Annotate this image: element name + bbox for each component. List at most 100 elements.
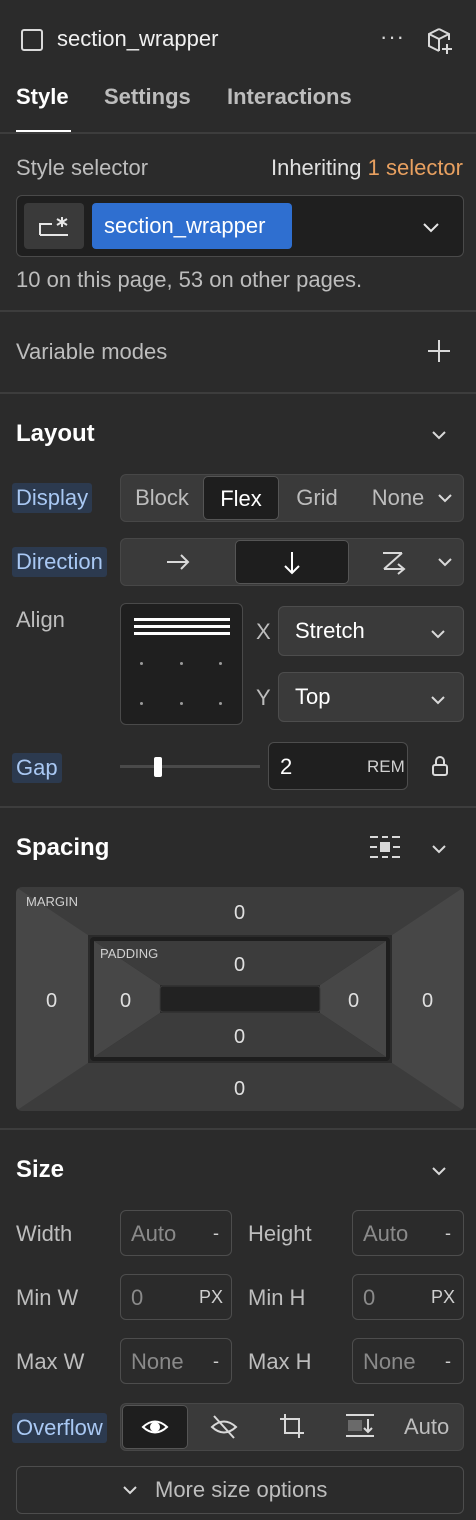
divider	[0, 392, 476, 394]
align-x-dropdown[interactable]: Stretch	[278, 606, 464, 656]
tab-style[interactable]: Style	[16, 84, 69, 110]
inheriting-count-link[interactable]: 1 selector	[368, 155, 463, 180]
inheriting-info[interactable]: Inheriting 1 selector	[271, 155, 463, 181]
selector-usage-text: 10 on this page, 53 on other pages.	[16, 267, 363, 292]
more-options-button[interactable]: ···	[380, 24, 405, 50]
padding-right-value[interactable]: 0	[348, 990, 359, 1013]
overflow-option-auto[interactable]: Auto	[404, 1414, 449, 1440]
element-checkbox-icon[interactable]	[21, 29, 43, 51]
padding-top-value[interactable]: 0	[234, 954, 245, 977]
direction-option-column[interactable]	[235, 540, 349, 584]
eye-off-icon[interactable]	[210, 1414, 238, 1440]
align-y-label: Y	[256, 685, 271, 710]
align-label: Align	[16, 607, 65, 632]
gap-value: 2	[280, 754, 293, 779]
direction-label: Direction	[12, 547, 107, 577]
width-unit[interactable]: -	[213, 1223, 219, 1244]
selector-state-button[interactable]	[24, 203, 84, 249]
chevron-down-icon[interactable]	[436, 489, 454, 507]
width-label: Width	[16, 1221, 73, 1246]
gap-unit[interactable]: REM	[367, 757, 405, 777]
align-line	[134, 625, 230, 628]
margin-top-value[interactable]: 0	[234, 902, 245, 925]
selector-state-icon	[39, 217, 68, 236]
size-section-title: Size	[16, 1156, 65, 1183]
min-height-input[interactable]: 0 PX	[352, 1274, 464, 1320]
divider	[0, 132, 476, 134]
layout-section-title: Layout	[16, 420, 95, 447]
max-height-value: None	[363, 1349, 416, 1374]
min-width-unit[interactable]: PX	[199, 1287, 223, 1308]
max-height-label: Max H	[248, 1349, 312, 1374]
tab-settings[interactable]: Settings	[104, 84, 191, 110]
max-width-label: Max W	[16, 1349, 85, 1374]
gap-label: Gap	[12, 753, 62, 783]
max-height-input[interactable]: None -	[352, 1338, 464, 1384]
add-variable-mode-icon[interactable]	[426, 338, 452, 364]
chevron-down-icon[interactable]	[430, 840, 448, 858]
chevron-down-icon[interactable]	[420, 216, 442, 238]
lock-icon[interactable]	[430, 754, 450, 778]
align-dot[interactable]	[140, 702, 143, 705]
min-height-unit[interactable]: PX	[431, 1287, 455, 1308]
display-option-grid[interactable]: Grid	[282, 485, 352, 511]
spacing-section-title: Spacing	[16, 834, 110, 861]
padding-left-value[interactable]: 0	[120, 990, 131, 1013]
chevron-down-icon[interactable]	[430, 426, 448, 444]
selector-tag[interactable]: section_wrapper	[92, 203, 292, 249]
align-y-dropdown[interactable]: Top	[278, 672, 464, 722]
more-size-options-label: More size options	[155, 1477, 328, 1502]
align-dot[interactable]	[219, 702, 222, 705]
chevron-down-icon[interactable]	[436, 553, 454, 571]
min-width-value: 0	[131, 1285, 144, 1310]
height-input[interactable]: Auto -	[352, 1210, 464, 1256]
gap-slider-thumb[interactable]	[154, 757, 162, 777]
divider	[0, 806, 476, 808]
margin-left-value[interactable]: 0	[46, 990, 57, 1013]
overflow-option-visible[interactable]	[122, 1405, 188, 1449]
align-x-value: Stretch	[295, 618, 365, 643]
tab-interactions[interactable]: Interactions	[227, 84, 352, 110]
eye-icon	[141, 1420, 169, 1434]
height-label: Height	[248, 1221, 312, 1246]
margin-caption: MARGIN	[26, 894, 78, 909]
max-width-unit[interactable]: -	[213, 1351, 219, 1372]
spacing-preset-icon[interactable]	[368, 834, 402, 860]
chevron-down-icon	[123, 1486, 137, 1495]
align-dot[interactable]	[219, 662, 222, 665]
arrow-right-icon[interactable]	[164, 550, 192, 574]
chevron-down-icon[interactable]	[430, 1162, 448, 1180]
min-width-input[interactable]: 0 PX	[120, 1274, 232, 1320]
min-height-label: Min H	[248, 1285, 306, 1310]
crop-icon[interactable]	[278, 1412, 306, 1440]
arrow-down-icon	[284, 552, 300, 575]
margin-right-value[interactable]: 0	[422, 990, 433, 1013]
divider	[0, 310, 476, 312]
gap-slider-track[interactable]	[120, 765, 260, 768]
divider	[0, 1128, 476, 1130]
display-option-block[interactable]: Block	[124, 485, 200, 511]
inheriting-prefix: Inheriting	[270, 155, 362, 180]
min-height-value: 0	[363, 1285, 376, 1310]
height-unit[interactable]: -	[445, 1223, 451, 1244]
padding-bottom-value[interactable]: 0	[234, 1026, 245, 1049]
align-y-value: Top	[295, 684, 331, 709]
width-value: Auto	[131, 1221, 177, 1246]
add-component-icon[interactable]	[426, 27, 454, 55]
height-value: Auto	[363, 1221, 409, 1246]
align-x-label: X	[256, 619, 271, 644]
chevron-down-icon	[431, 696, 445, 705]
align-line	[134, 618, 230, 621]
max-width-input[interactable]: None -	[120, 1338, 232, 1384]
display-option-flex[interactable]: Flex	[203, 476, 279, 520]
wrap-icon[interactable]	[380, 549, 408, 575]
align-dot[interactable]	[180, 662, 183, 665]
scroll-icon[interactable]	[344, 1412, 376, 1440]
align-dot[interactable]	[180, 702, 183, 705]
display-option-none[interactable]: None	[360, 485, 436, 511]
max-height-unit[interactable]: -	[445, 1351, 451, 1372]
margin-bottom-value[interactable]: 0	[234, 1078, 245, 1101]
width-input[interactable]: Auto -	[120, 1210, 232, 1256]
align-dot[interactable]	[140, 662, 143, 665]
variable-modes-label: Variable modes	[16, 339, 168, 364]
